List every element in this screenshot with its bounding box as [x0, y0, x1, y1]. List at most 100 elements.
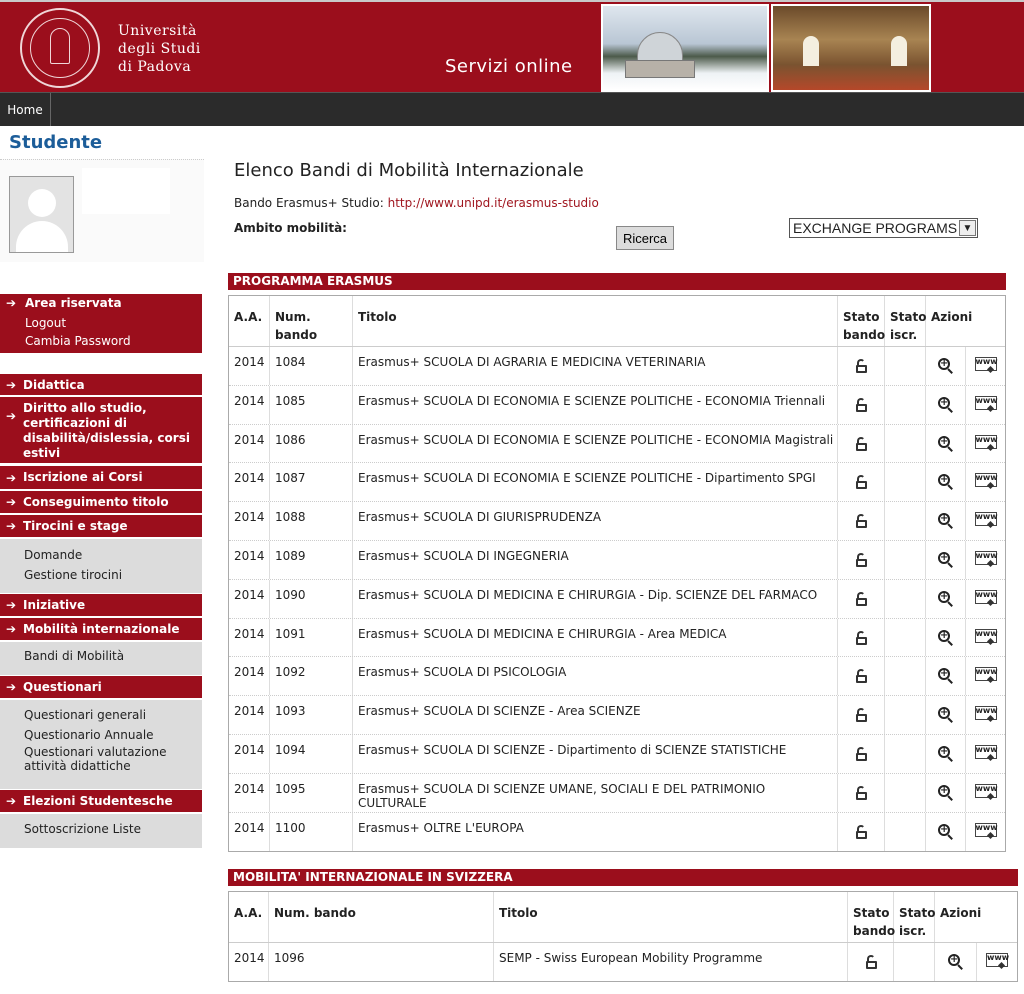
logout-link[interactable]: Logout: [0, 314, 202, 332]
sidebar-subitem-bandi-mobilita[interactable]: Bandi di Mobilità: [0, 646, 202, 666]
col-header-stato-bando: Stato bando: [848, 892, 896, 942]
cell-stato-bando: [838, 812, 885, 852]
sidebar-item-label: Mobilità internazionale: [23, 622, 180, 636]
ricerca-button[interactable]: Ricerca: [616, 226, 674, 250]
sidebar-subitem-questionario-annuale[interactable]: Questionario Annuale: [0, 725, 202, 745]
cell-stato-bando: [848, 943, 894, 981]
cell-stato-iscr: [894, 943, 935, 981]
zoom-handle: [947, 833, 953, 840]
sidebar-item-didattica[interactable]: ➔ Didattica: [0, 374, 202, 396]
www-link-icon[interactable]: www: [974, 512, 998, 527]
www-link-icon[interactable]: www: [974, 395, 998, 410]
cell-azione-dettaglio: +: [926, 735, 966, 773]
zoom-in-icon[interactable]: +: [938, 668, 954, 685]
cell-azione-dettaglio: +: [926, 385, 966, 424]
zoom-in-icon[interactable]: +: [938, 435, 954, 452]
cambia-password-link[interactable]: Cambia Password: [0, 332, 202, 350]
col-header-stato-iscr-line1: Stato: [899, 906, 936, 920]
cell-azione-link: www: [966, 541, 1005, 579]
zoom-in-icon[interactable]: +: [938, 358, 954, 374]
nav-home-link[interactable]: Home: [0, 93, 51, 126]
zoom-in-icon[interactable]: +: [938, 474, 954, 491]
www-link-icon[interactable]: www: [974, 822, 998, 837]
cell-stato-iscr: [885, 347, 926, 385]
col-header-stato-bando-line2: bando: [853, 924, 896, 938]
sidebar-item-iscrizione-corsi[interactable]: ➔ Iscrizione ai Corsi: [0, 466, 202, 490]
www-link-icon[interactable]: www: [974, 589, 998, 604]
sidebar-item-elezioni[interactable]: ➔ Elezioni Studentesche: [0, 790, 202, 813]
zoom-handle: [947, 795, 953, 801]
sidebar-item-mobilita[interactable]: ➔ Mobilità internazionale: [0, 618, 202, 641]
table-row: 2014 1100 Erasmus+ OLTRE L'EUROPA + www: [229, 812, 1005, 852]
zoom-in-icon[interactable]: +: [938, 629, 954, 646]
hall-photo: [771, 4, 931, 92]
table-row: 2014 1095 Erasmus+ SCUOLA DI SCIENZE UMANE…: [229, 773, 1005, 813]
www-link-icon[interactable]: www: [986, 953, 1009, 967]
sidebar-item-conseguimento-titolo[interactable]: ➔ Conseguimento titolo: [0, 491, 202, 514]
zoom-in-icon[interactable]: +: [938, 707, 954, 724]
arrow-right-icon: ➔: [6, 409, 17, 423]
cell-num-bando: 1091: [270, 618, 353, 657]
sidebar-subitem-gestione-tirocini[interactable]: Gestione tirocini: [0, 565, 202, 585]
arrow-right-icon: ➔: [6, 680, 17, 694]
sidebar-subitem-questionari-valutazione[interactable]: Questionari valutazione attività didatti…: [0, 745, 202, 773]
swiss-section-header: MOBILITA' INTERNAZIONALE IN SVIZZERA: [228, 869, 1018, 886]
www-link-icon[interactable]: www: [974, 628, 998, 643]
cell-azione-dettaglio: +: [926, 812, 966, 852]
hall-window: [803, 36, 819, 66]
zoom-in-icon[interactable]: +: [938, 552, 954, 568]
table-row: 2014 1092 Erasmus+ SCUOLA DI PSICOLOGIA + ww…: [229, 657, 1005, 697]
www-link-icon[interactable]: www: [974, 745, 998, 759]
zoom-in-icon[interactable]: +: [938, 823, 954, 840]
lock-body: [856, 559, 867, 567]
cell-azione-link: www: [966, 580, 1005, 618]
www-link-icon[interactable]: www: [974, 783, 998, 798]
hall-window: [891, 36, 907, 66]
bando-erasmus-link[interactable]: http://www.unipd.it/erasmus-studio: [388, 196, 599, 210]
cell-titolo: Erasmus+ SCUOLA DI INGEGNERIA: [353, 541, 838, 579]
lock-body: [856, 481, 867, 490]
www-link-icon[interactable]: www: [974, 434, 998, 449]
www-link-icon[interactable]: www: [974, 706, 998, 721]
table-row: 2014 1085 Erasmus+ SCUOLA DI ECONOMIA E SC…: [229, 385, 1005, 425]
table-row: 2014 1084 Erasmus+ SCUOLA DI AGRARIA E MED…: [229, 347, 1005, 386]
zoom-in-icon[interactable]: +: [938, 746, 954, 762]
ambito-mobilita-select[interactable]: EXCHANGE PROGRAMS ▼: [789, 218, 978, 238]
sidebar-subitem-questionari-generali[interactable]: Questionari generali: [0, 705, 202, 725]
erasmus-table: A.A. Num. bando Titolo Stato bando Stato iscr.…: [228, 295, 1006, 852]
www-link-icon[interactable]: www: [974, 551, 998, 565]
sidebar-item-questionari[interactable]: ➔ Questionari: [0, 676, 202, 699]
cell-stato-bando: [838, 541, 885, 579]
table-row: 2014 1093 Erasmus+ SCUOLA DI SCIENZE - Are…: [229, 696, 1005, 735]
chevron-down-icon[interactable]: ▼: [959, 220, 976, 236]
profile-name-box: [82, 168, 170, 214]
col-header-azioni: Azioni: [926, 296, 972, 346]
lock-body: [856, 597, 867, 606]
university-name-line2: degli Studi: [118, 41, 201, 57]
sidebar-item-diritto-studio[interactable]: ➔ Diritto allo studio, certificazioni di…: [0, 397, 202, 464]
lock-body: [856, 714, 867, 723]
zoom-handle: [947, 678, 953, 685]
www-link-icon[interactable]: www: [974, 357, 998, 371]
cell-num-bando: 1095: [270, 773, 353, 812]
university-seal-logo[interactable]: [20, 8, 100, 88]
cell-azione-link: www: [966, 619, 1005, 657]
sidebar-item-area-riservata[interactable]: ➔ Area riservata: [0, 294, 202, 314]
zoom-in-icon[interactable]: +: [938, 590, 954, 607]
zoom-in-icon[interactable]: +: [938, 784, 954, 801]
lock-open-icon: [856, 397, 867, 412]
zoom-in-icon[interactable]: +: [948, 954, 964, 970]
sidebar-item-tirocini[interactable]: ➔ Tirocini e stage: [0, 515, 202, 538]
zoom-in-icon[interactable]: +: [938, 513, 954, 530]
cell-stato-iscr: [885, 773, 926, 812]
sidebar-subitem-domande[interactable]: Domande: [0, 545, 202, 565]
zoom-in-icon[interactable]: +: [938, 396, 954, 413]
sidebar-subitem-sottoscrizione-liste[interactable]: Sottoscrizione Liste: [0, 819, 202, 839]
www-link-icon[interactable]: www: [974, 473, 998, 488]
sidebar-item-iniziative[interactable]: ➔ Iniziative: [0, 594, 202, 617]
table-row: 2014 1094 Erasmus+ SCUOLA DI SCIENZE - Dip…: [229, 735, 1005, 774]
cell-titolo: Erasmus+ SCUOLA DI SCIENZE - Area SCIENZ…: [353, 696, 838, 734]
www-link-icon[interactable]: www: [974, 667, 998, 682]
cell-azione-link: www: [966, 696, 1005, 734]
zoom-handle: [947, 601, 953, 607]
